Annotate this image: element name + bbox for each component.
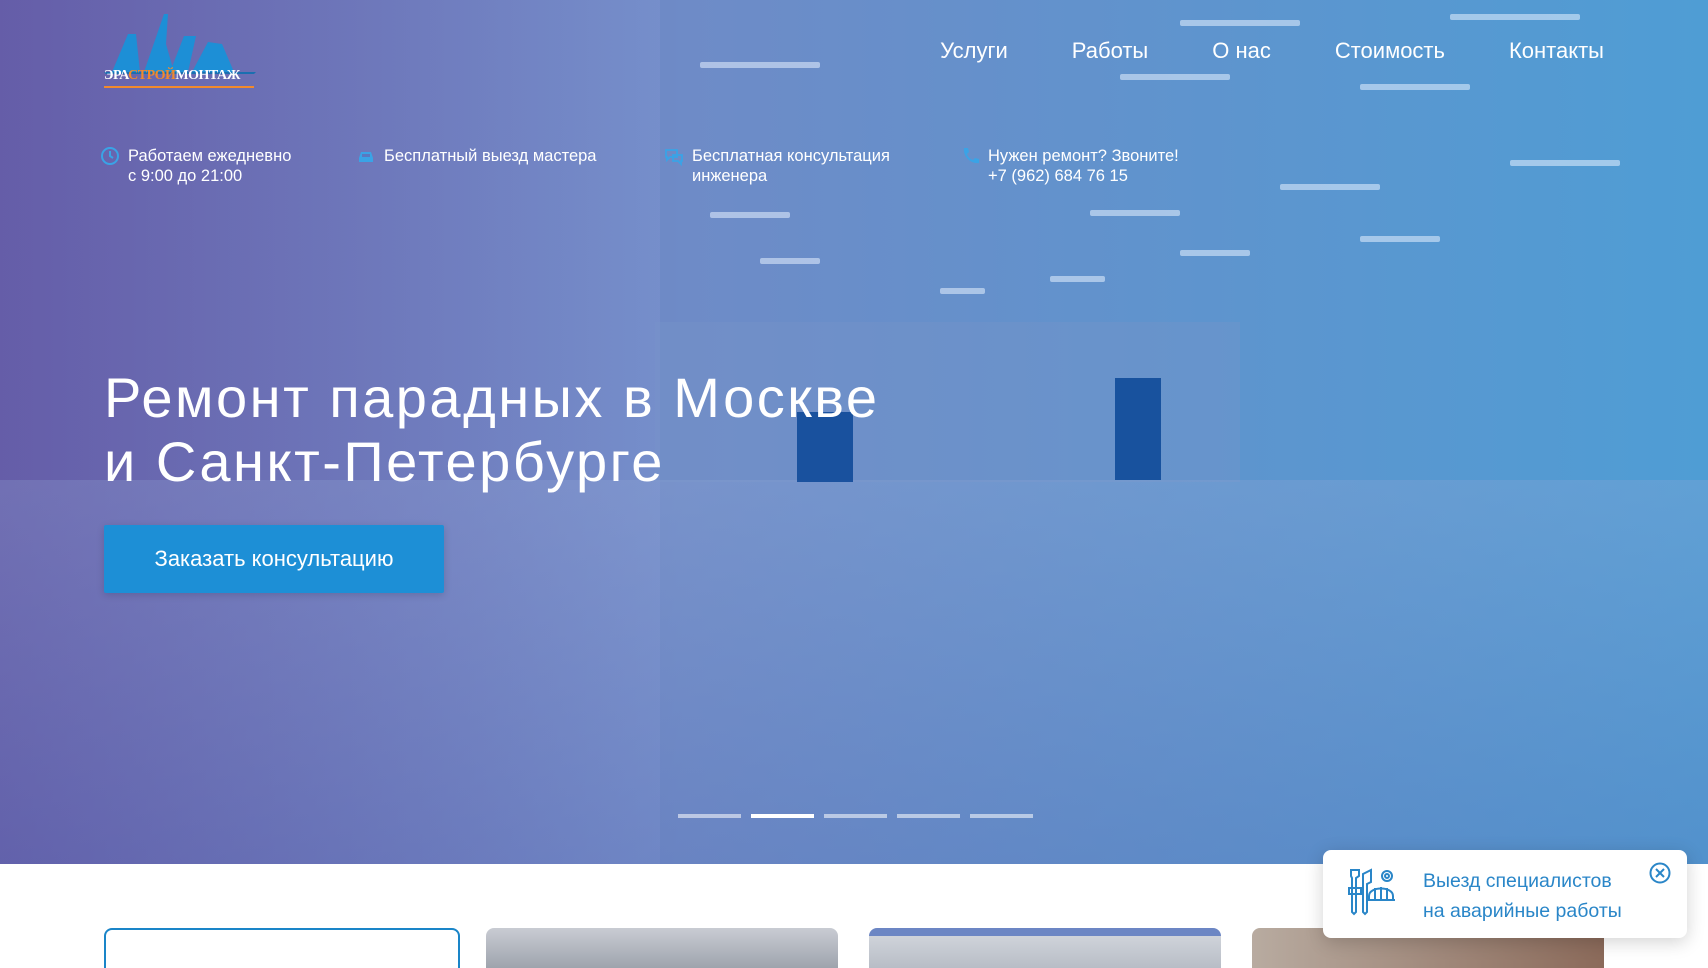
order-consultation-button[interactable]: Заказать консультацию: [104, 525, 444, 593]
feature-schedule-line1: Работаем ежедневно: [128, 147, 292, 165]
close-icon[interactable]: [1649, 862, 1671, 884]
feature-schedule: Работаем ежедневно с 9:00 до 21:00: [100, 146, 291, 186]
nav-item-about[interactable]: О нас: [1212, 38, 1271, 64]
feature-consultation: Бесплатная консультация инженера: [664, 146, 890, 186]
nav-item-contacts[interactable]: Контакты: [1509, 38, 1604, 64]
slider-dots: [678, 814, 1033, 818]
slider-dot-3[interactable]: [824, 814, 887, 818]
feature-consultation-line1: Бесплатная консультация: [692, 147, 890, 165]
hero-title-line2: и Санкт-Петербурге: [104, 430, 665, 493]
car-icon: [359, 152, 373, 162]
emergency-popup[interactable]: Выезд специалистов на аварийные работы: [1323, 850, 1687, 938]
logo-mark-icon: [104, 14, 256, 74]
logo[interactable]: ЭРАСТРОЙМОНТАЖ: [104, 14, 256, 90]
nav-item-pricing[interactable]: Стоимость: [1335, 38, 1445, 64]
popup-line2: на аварийные работы: [1423, 900, 1622, 922]
nav-item-services[interactable]: Услуги: [940, 38, 1008, 64]
hero-banner: ЭРАСТРОЙМОНТАЖ Услуги Работы О нас Стоим…: [0, 0, 1708, 864]
hero-title: Ремонт парадных в Москве и Санкт-Петербу…: [104, 366, 879, 494]
service-card-3[interactable]: [869, 928, 1221, 968]
feature-consultation-line2: инженера: [692, 167, 768, 185]
clock-icon: [101, 147, 119, 165]
chat-icon: [665, 149, 683, 166]
feature-free-visit: Бесплатный выезд мастера: [356, 146, 597, 166]
feature-schedule-line2: с 9:00 до 21:00: [128, 167, 243, 185]
phone-icon: [963, 148, 979, 164]
feature-phone-number[interactable]: +7 (962) 684 76 15: [988, 166, 1179, 186]
nav-item-works[interactable]: Работы: [1072, 38, 1148, 64]
feature-phone: Нужен ремонт? Звоните! +7 (962) 684 76 1…: [960, 146, 1179, 186]
hero-title-line1: Ремонт парадных в Москве: [104, 366, 880, 429]
slider-dot-1[interactable]: [678, 814, 741, 818]
service-card-2[interactable]: [486, 928, 838, 968]
service-card-1[interactable]: [104, 928, 460, 968]
main-nav: Услуги Работы О нас Стоимость Контакты: [940, 38, 1604, 64]
feature-free-visit-line1: Бесплатный выезд мастера: [384, 147, 597, 165]
slider-dot-2[interactable]: [751, 814, 814, 818]
feature-phone-line1: Нужен ремонт? Звоните!: [988, 147, 1179, 165]
popup-line1: Выезд специалистов: [1423, 870, 1612, 892]
tools-icon: [1348, 868, 1395, 916]
slider-dot-4[interactable]: [897, 814, 960, 818]
logo-text: ЭРАСТРОЙМОНТАЖ: [104, 68, 240, 83]
slider-dot-5[interactable]: [970, 814, 1033, 818]
